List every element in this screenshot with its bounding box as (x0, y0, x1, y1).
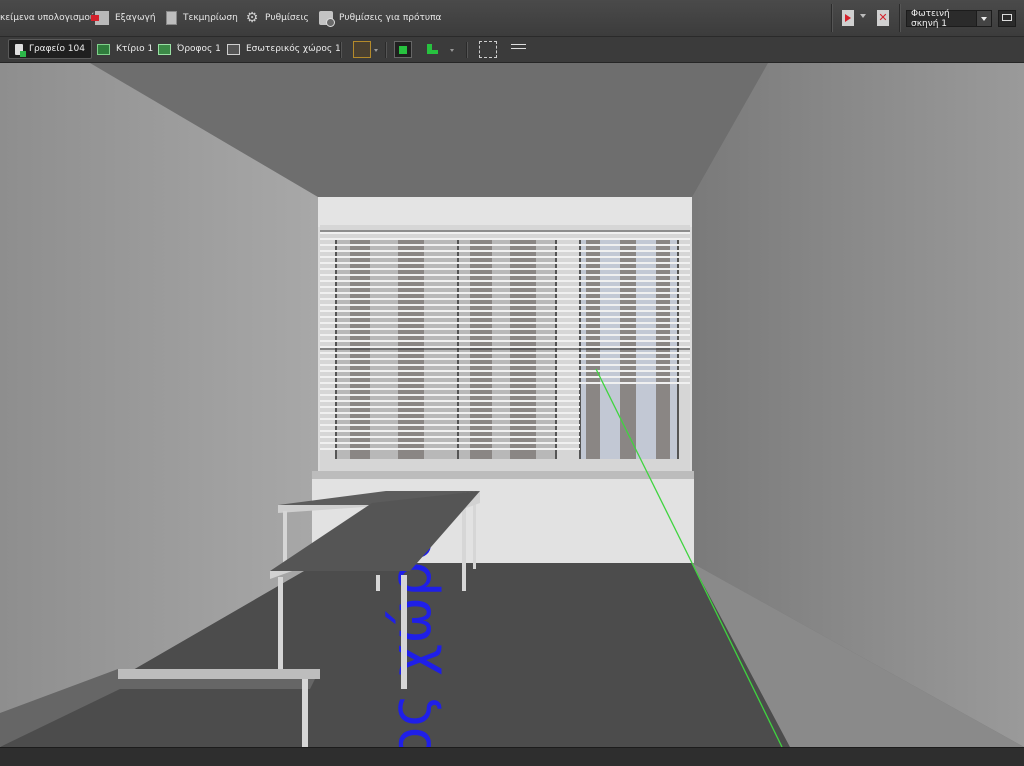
toolbar-divider (340, 42, 342, 58)
documentation-label: Τεκμηρίωση (183, 13, 238, 23)
floor-icon (158, 43, 171, 55)
room-icon (15, 43, 26, 57)
object-cube-icon[interactable] (353, 41, 371, 58)
breadcrumb: Γραφείο 104 Κτίριο 1 Όροφος 1 Εσωτερικός… (0, 37, 1024, 63)
light-scene-select[interactable]: Φωτεινή σκηνή 1 (906, 8, 992, 29)
breadcrumb-item-label: Κτίριο 1 (116, 44, 154, 54)
delete-scene-icon[interactable]: ✕ (877, 10, 889, 26)
breadcrumb-item-room[interactable]: Γραφείο 104 (8, 39, 92, 59)
l-shape-room-icon[interactable] (424, 41, 442, 58)
window-sill (312, 471, 694, 479)
building-icon (97, 43, 110, 55)
toolbar-divider (831, 4, 833, 32)
template-settings-label: Ρυθμίσεις για πρότυπα (339, 13, 442, 23)
settings-label: Ρυθμίσεις (265, 13, 309, 23)
screen-icon[interactable] (998, 10, 1016, 27)
fit-view-icon[interactable] (479, 41, 497, 58)
calc-objects-button[interactable]: κείμενα υπολογισμού (0, 0, 95, 36)
toolbar-divider (899, 4, 901, 32)
calc-objects-label: κείμενα υπολογισμού (0, 13, 96, 23)
template-settings-icon (319, 11, 335, 27)
chevron-down-icon[interactable] (450, 49, 454, 52)
chevron-down-icon[interactable] (976, 11, 991, 26)
breadcrumb-item-floor[interactable]: Όροφος 1 (152, 39, 227, 59)
documentation-button[interactable]: Τεκμηρίωση (166, 0, 238, 36)
breadcrumb-item-label: Όροφος 1 (177, 44, 221, 54)
main-toolbar: κείμενα υπολογισμού Εξαγωγή Τεκμηρίωση ⚙… (0, 0, 1024, 37)
status-bar (0, 747, 1024, 766)
document-icon (166, 11, 177, 25)
breadcrumb-item-interior-space[interactable]: Εσωτερικός χώρος 1 (221, 39, 347, 59)
window-blinds (320, 225, 690, 471)
chevron-down-icon[interactable] (374, 49, 378, 52)
export-label: Εξαγωγή (115, 13, 156, 23)
toolbar-divider (466, 42, 468, 58)
template-settings-button[interactable]: Ρυθμίσεις για πρότυπα (319, 0, 441, 36)
room-render: ος χώρο (0, 63, 1024, 747)
settings-button[interactable]: ⚙ Ρυθμίσεις (245, 0, 309, 36)
gear-icon: ⚙ (245, 10, 259, 26)
breadcrumb-item-building[interactable]: Κτίριο 1 (91, 39, 159, 59)
interior-space-icon (227, 43, 240, 55)
light-scene-value: Φωτεινή σκηνή 1 (911, 8, 950, 29)
3d-viewport[interactable]: ος χώρο (0, 63, 1024, 747)
toolbar-divider (385, 42, 387, 58)
play-scene-icon[interactable] (842, 10, 854, 26)
breadcrumb-item-label: Εσωτερικός χώρος 1 (246, 44, 341, 54)
export-icon (91, 11, 109, 25)
export-button[interactable]: Εξαγωγή (91, 0, 156, 36)
measure-icon[interactable] (510, 41, 528, 58)
chevron-down-icon[interactable] (860, 14, 866, 18)
breadcrumb-item-label: Γραφείο 104 (28, 44, 85, 54)
solid-view-icon[interactable] (394, 41, 412, 58)
